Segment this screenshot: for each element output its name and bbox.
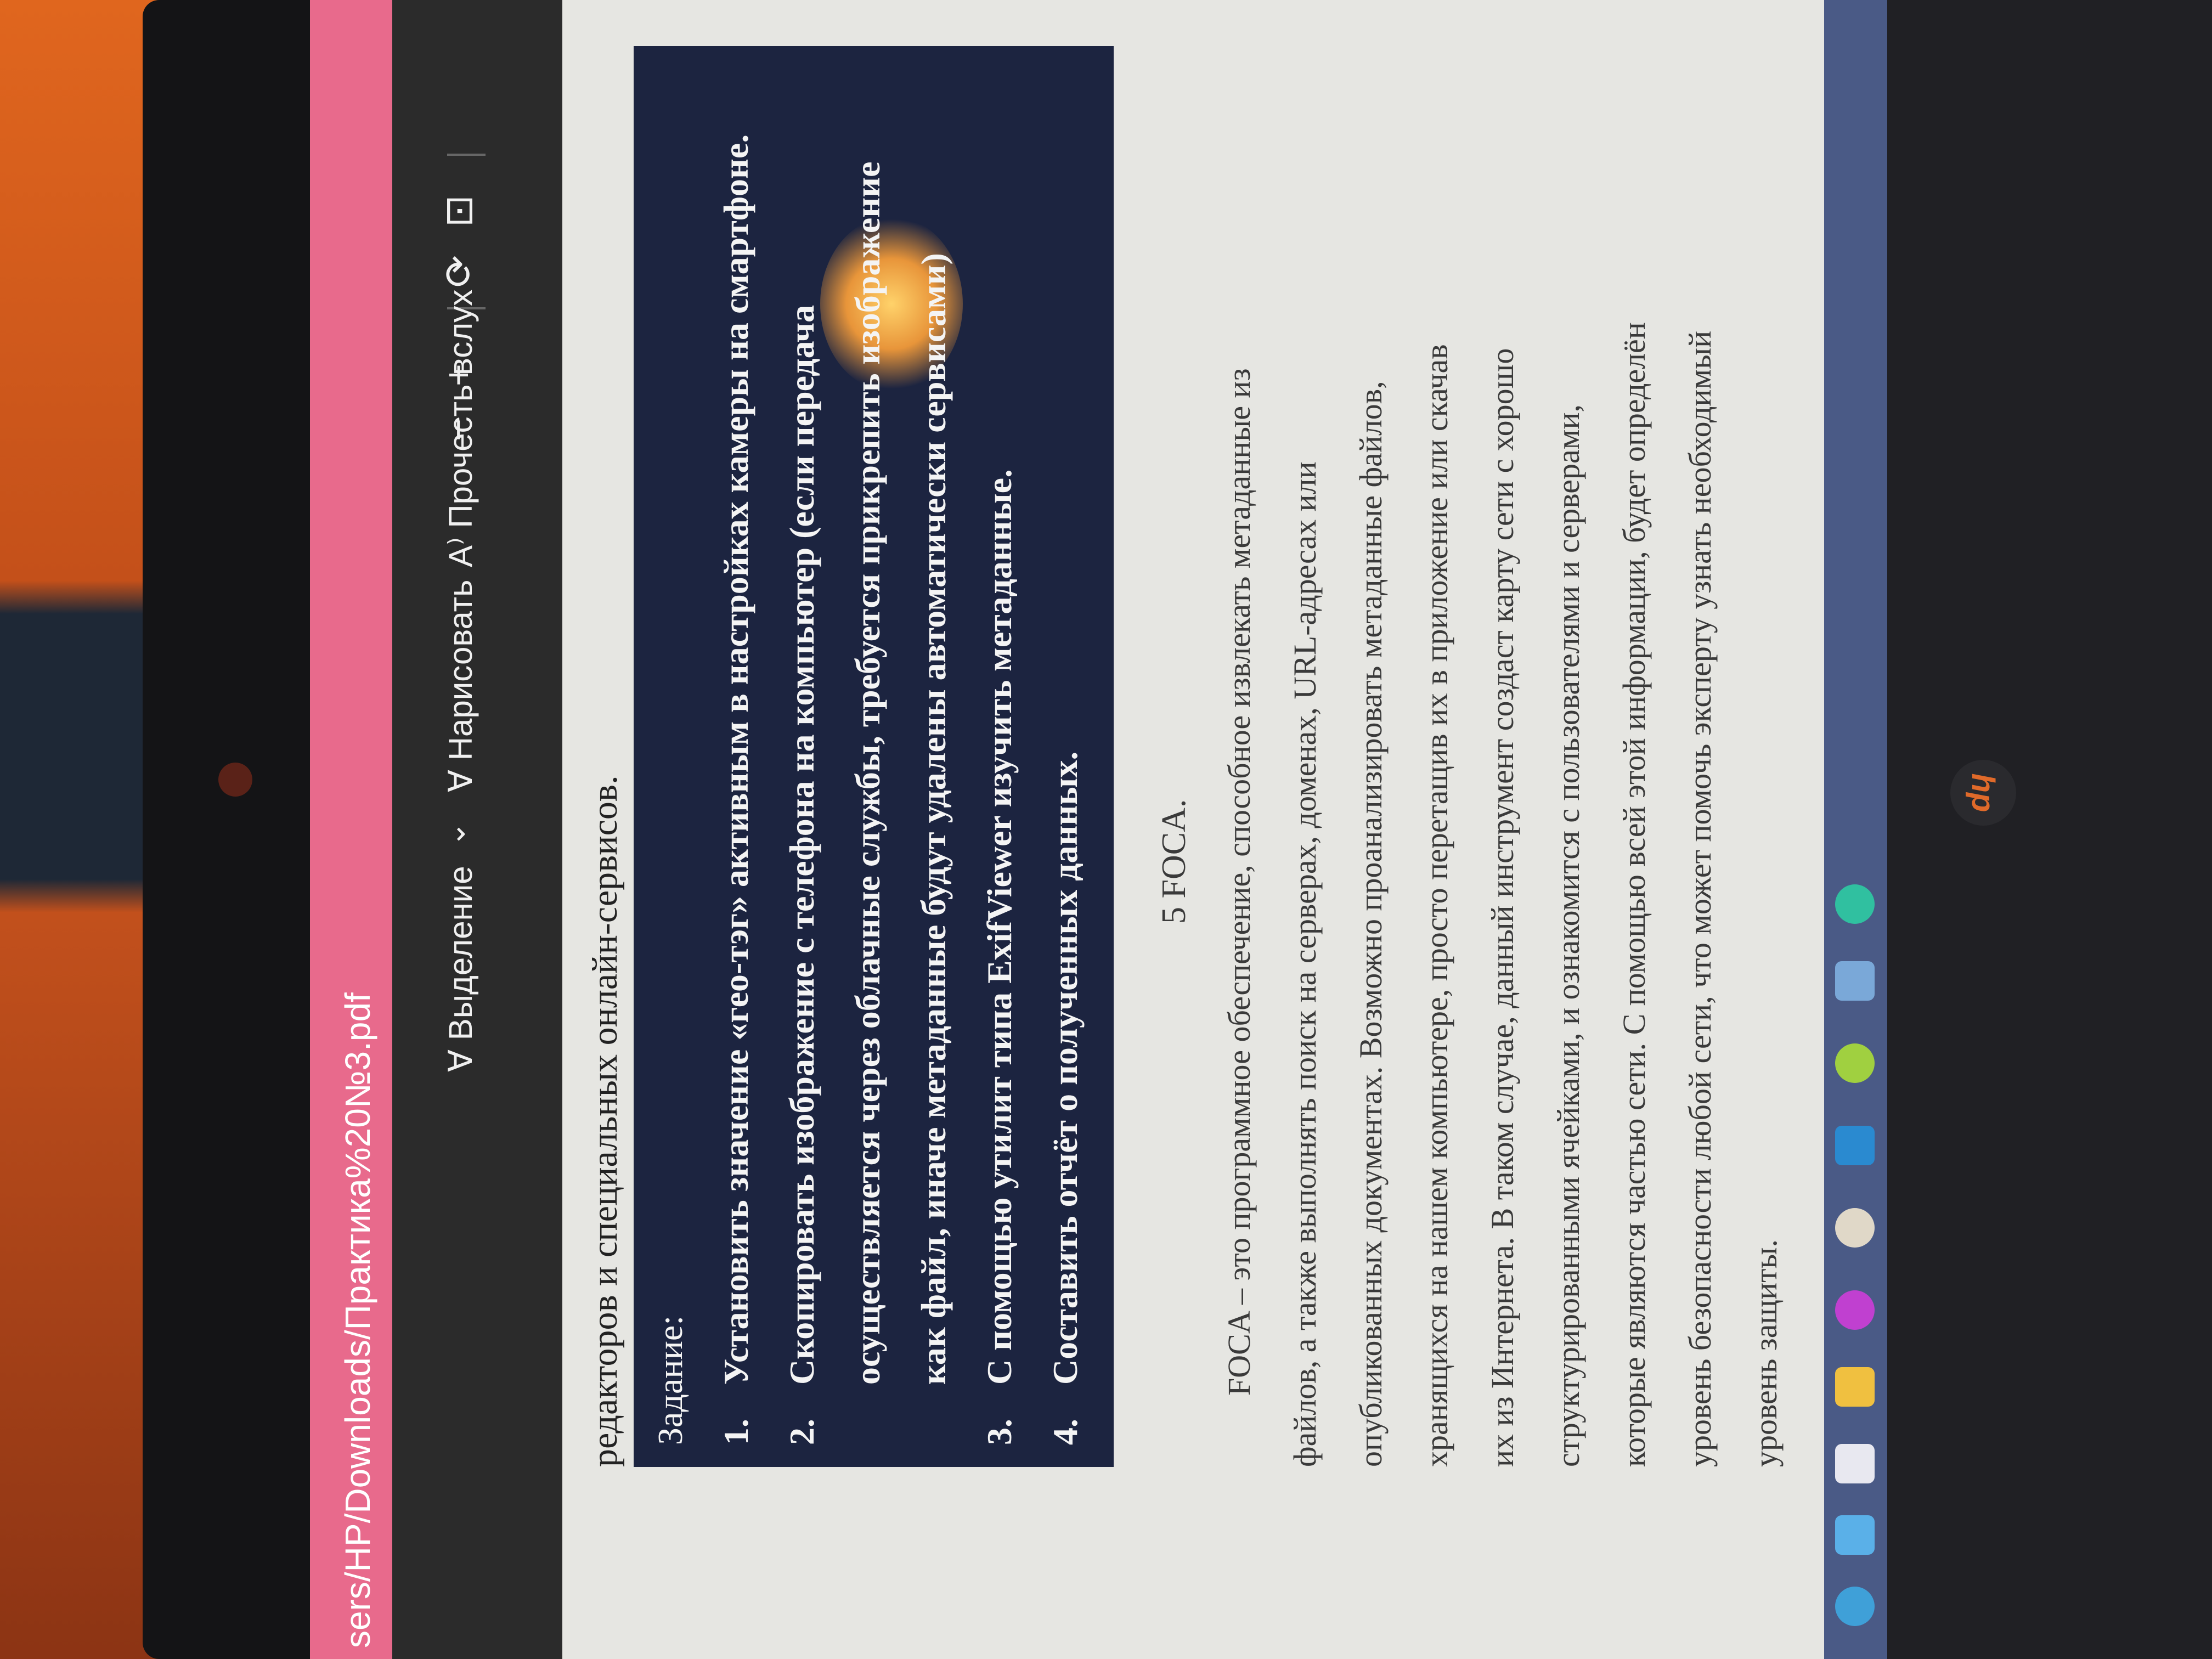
paragraph-line: файлов, а также выполнять поиск на серве…: [1287, 461, 1323, 1467]
webcam: [218, 763, 252, 797]
toolbar-divider: [447, 154, 486, 156]
paragraph-line: хранящихся на нашем компьютере, просто п…: [1419, 344, 1454, 1467]
read-aloud-icon: A⁾: [442, 528, 479, 567]
read-aloud-button[interactable]: A⁾ Прочесть вслух: [442, 290, 480, 567]
task-box: Задание: 1. Установить значение «гео-тэг»…: [634, 46, 1114, 1467]
screen: sers/HP/Downloads/Практика%20№3.pdf − + …: [310, 0, 1887, 1659]
app-icon-5[interactable]: [1835, 1043, 1875, 1083]
pdf-toolbar: − + ⟳ ⊡ A⁾ Прочесть вслух ∀ Нарисовать ∀…: [392, 0, 562, 1659]
highlight-icon: ∀: [442, 1040, 479, 1072]
task-text: Составить отчёт о полученных данных.: [1046, 751, 1085, 1385]
paragraph-line: которые являются частью сети. С помощью …: [1616, 322, 1652, 1467]
app-icon-4[interactable]: [1835, 1126, 1875, 1165]
task-item: 1. Установить значение «гео-тэг» активным…: [716, 134, 757, 1445]
read-aloud-label: Прочесть вслух: [442, 289, 479, 528]
taskbar: [1824, 0, 1887, 1659]
paragraph-line: структурированными ячейками, и ознакомит…: [1550, 404, 1586, 1467]
file-path: sers/HP/Downloads/Практика%20№3.pdf: [338, 992, 377, 1648]
task-text: осуществляется через облачные службы, тр…: [848, 161, 887, 1385]
task-item: как файл, иначе метаданные будут удалены…: [913, 253, 954, 1445]
intro-line: редакторов и специальных онлайн-сервисов…: [585, 775, 625, 1467]
task-item: 4. Составить отчёт о полученных данных.: [1045, 752, 1086, 1445]
draw-button[interactable]: ∀ Нарисовать: [442, 580, 480, 792]
section-heading: 5 FOCA.: [1155, 799, 1193, 924]
task-number: 2.: [782, 1419, 821, 1445]
rotate-icon[interactable]: ⟳: [436, 255, 481, 287]
app-icon-2[interactable]: [1835, 1290, 1875, 1330]
task-number: 4.: [1046, 1419, 1085, 1445]
paragraph-line: уровень защиты.: [1748, 1239, 1784, 1467]
task-text: Скопировать изображение с телефона на ко…: [782, 304, 821, 1385]
background-scene: [0, 0, 165, 1659]
highlight-button[interactable]: ∀ Выделение: [442, 866, 480, 1072]
app-icon-1[interactable]: [1835, 1367, 1875, 1407]
task-number: 1.: [716, 1419, 755, 1445]
file-explorer-icon[interactable]: [1835, 1444, 1875, 1483]
start-icon[interactable]: [1835, 1587, 1875, 1626]
task-text: С помощью утилит типа ExifViewer изучить…: [980, 469, 1019, 1385]
edge-icon[interactable]: [1835, 884, 1875, 924]
task-item: 3. С помощью утилит типа ExifViewer изучи…: [979, 469, 1020, 1445]
task-title: Задание:: [651, 1315, 690, 1445]
task-text: как файл, иначе метаданные будут удалены…: [914, 253, 953, 1385]
app-icon-6[interactable]: [1835, 961, 1875, 1001]
brand-logo: hp: [1950, 760, 2016, 826]
paragraph-line: опубликованных документах. Возможно проа…: [1353, 381, 1389, 1467]
task-item: 2. Скопировать изображение с телефона на …: [782, 305, 822, 1445]
chevron-down-icon[interactable]: ⌄: [436, 821, 472, 847]
title-bar: sers/HP/Downloads/Практика%20№3.pdf: [310, 0, 392, 1659]
laptop-bezel-bottom: [1887, 0, 2212, 1659]
task-item: осуществляется через облачные службы, тр…: [848, 162, 888, 1446]
paragraph-line: уровень безопасности любой сети, что мож…: [1682, 330, 1718, 1467]
app-icon-3[interactable]: [1835, 1208, 1875, 1248]
document-page: редакторов и специальных онлайн-сервисов…: [562, 0, 1887, 1659]
widgets-icon[interactable]: [1835, 1515, 1875, 1555]
fit-page-icon[interactable]: ⊡: [436, 195, 481, 227]
paragraph-line: FOCA – это программное обеспечение, спос…: [1221, 368, 1257, 1396]
task-number: 3.: [980, 1419, 1019, 1445]
highlight-label: Выделение: [442, 866, 479, 1041]
task-text: Установить значение «гео-тэг» активным в…: [716, 134, 755, 1385]
draw-icon: ∀: [442, 760, 479, 792]
draw-label: Нарисовать: [442, 579, 479, 761]
paragraph-line: их из Интернета. В таком случае, данный …: [1485, 348, 1520, 1467]
